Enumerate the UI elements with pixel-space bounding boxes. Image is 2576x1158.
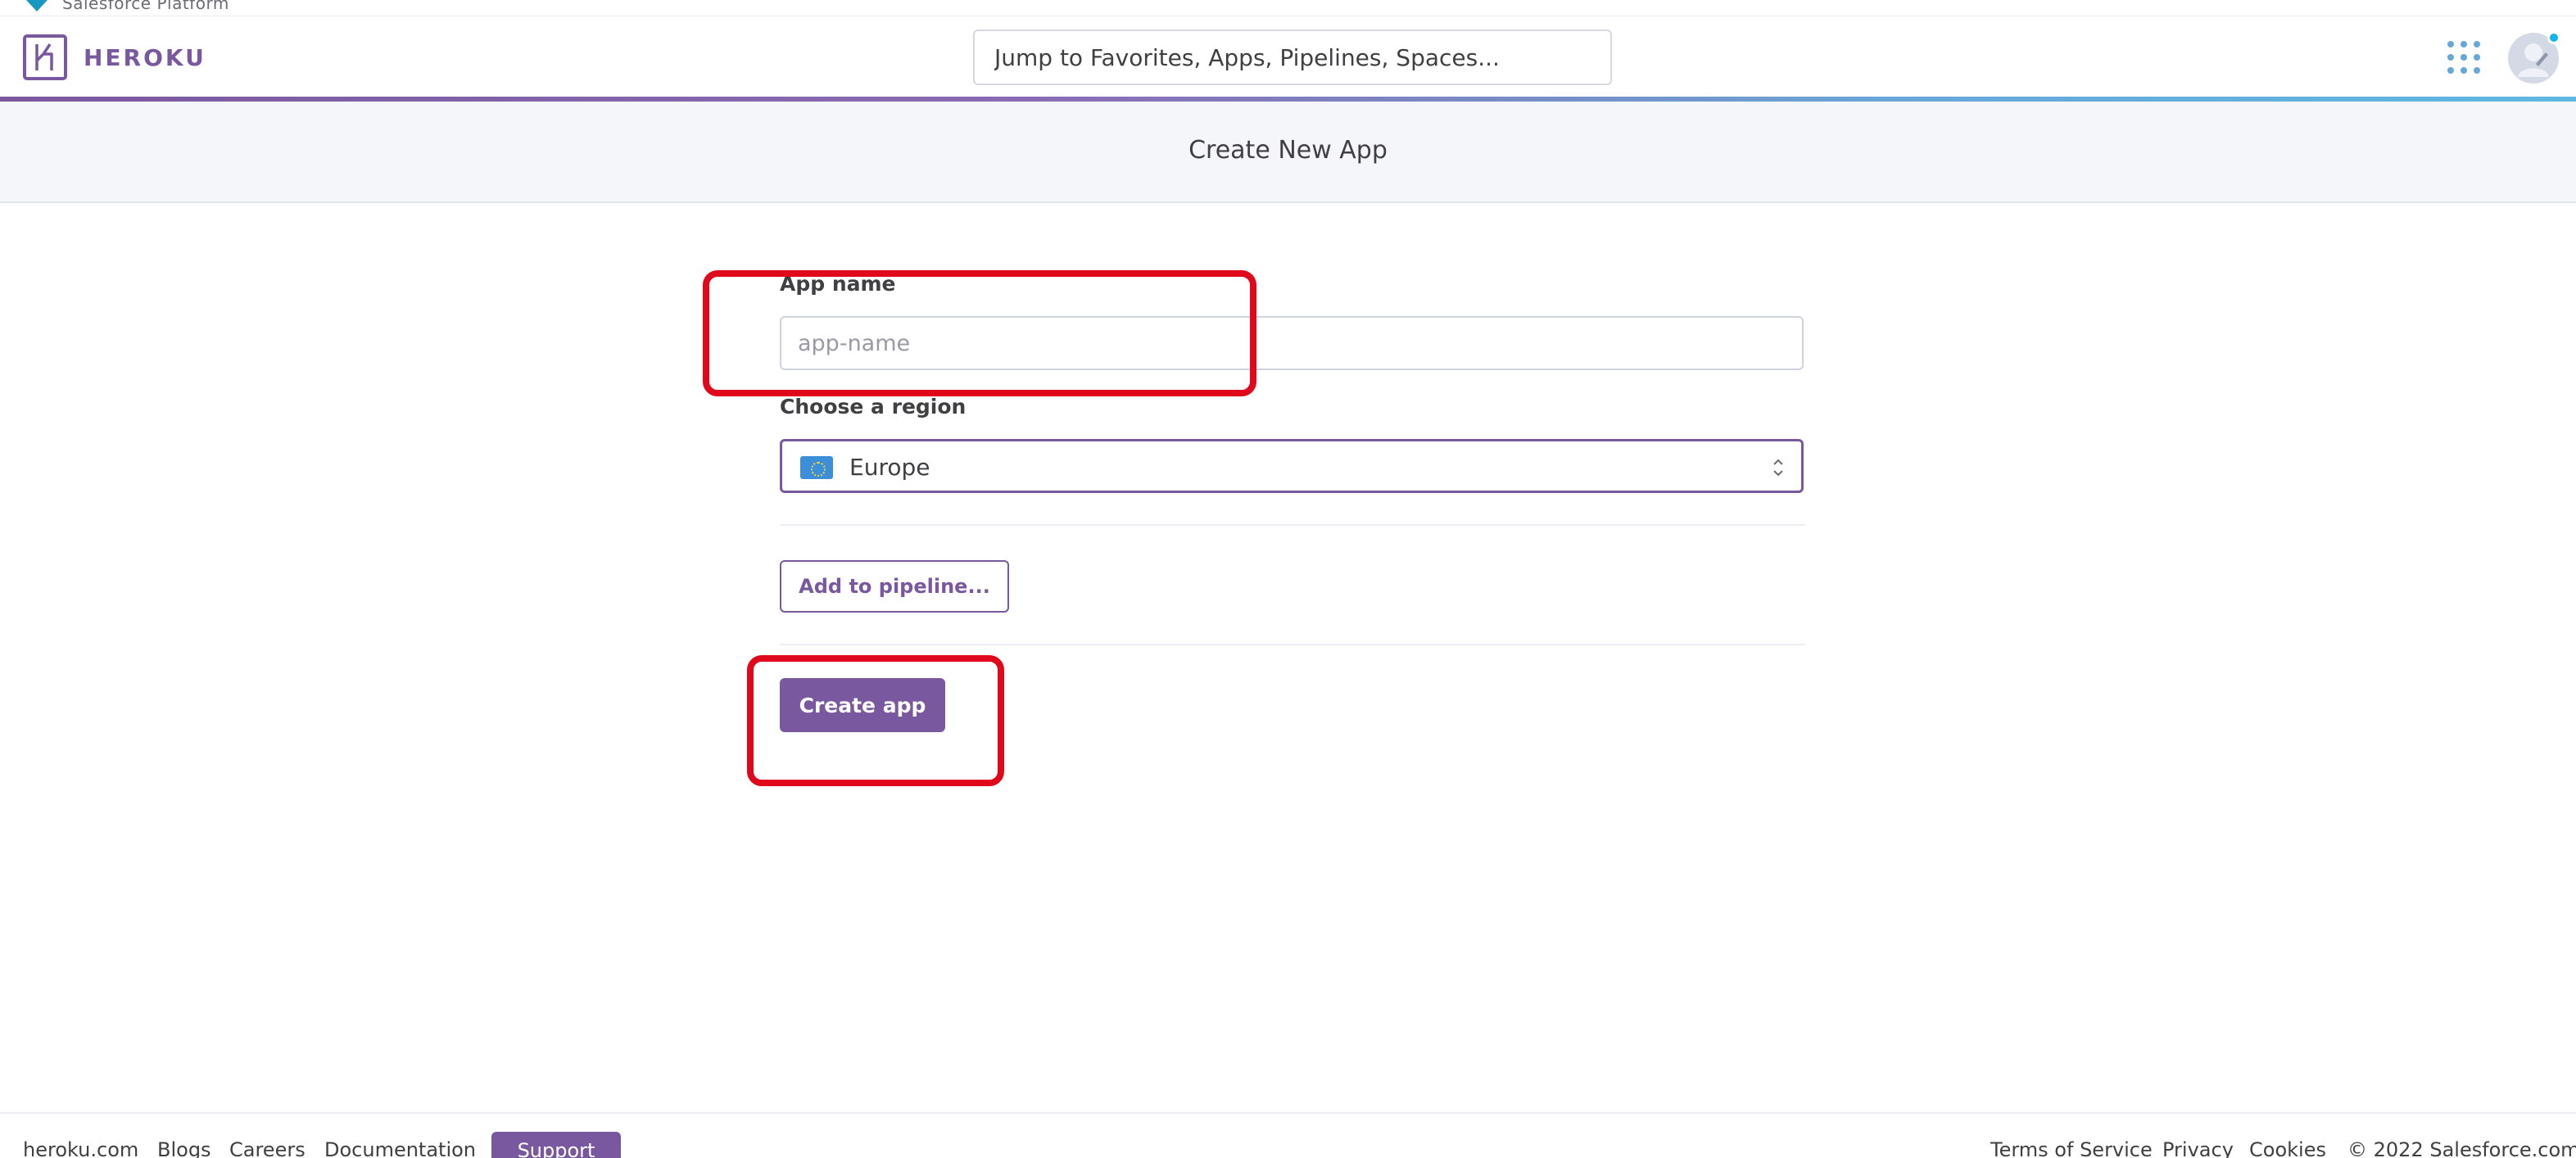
salesforce-platform-strip: Salesforce Platform	[0, 0, 2576, 16]
top-header: HEROKU	[0, 16, 2576, 98]
jump-search-input[interactable]	[975, 31, 1610, 84]
footer-link-privacy[interactable]: Privacy	[2162, 1138, 2234, 1158]
form-divider	[780, 524, 1805, 526]
heroku-brand-name[interactable]: HEROKU	[84, 44, 206, 71]
heroku-k-icon	[35, 43, 53, 70]
footer-copyright: © 2022 Salesforce.com	[2347, 1138, 2576, 1158]
region-selected-value: Europe	[849, 454, 930, 481]
app-name-label: App name	[780, 272, 896, 296]
footer-link-heroku-com[interactable]: heroku.com	[23, 1138, 138, 1158]
region-select[interactable]: Europe	[780, 439, 1804, 493]
heroku-logo[interactable]	[23, 34, 67, 80]
page-title: Create New App	[1188, 136, 1388, 165]
footer-link-documentation[interactable]: Documentation	[324, 1138, 476, 1158]
grid-dots-icon[interactable]	[2447, 41, 2480, 74]
select-chevron-icon	[1773, 459, 1783, 477]
salesforce-cloud-icon	[26, 0, 48, 11]
salesforce-platform-label: Salesforce Platform	[62, 0, 229, 13]
footer-link-cookies[interactable]: Cookies	[2249, 1138, 2326, 1158]
app-name-field[interactable]	[780, 316, 1804, 370]
page-subheader: Create New App	[0, 102, 2576, 203]
jump-search-box[interactable]	[973, 29, 1612, 85]
support-button[interactable]: Support	[491, 1132, 621, 1158]
page-footer: heroku.com Blogs Careers Documentation S…	[0, 1112, 2576, 1158]
eu-flag-icon	[800, 456, 833, 479]
create-app-button[interactable]: Create app	[780, 678, 945, 732]
add-to-pipeline-button[interactable]: Add to pipeline...	[780, 560, 1009, 613]
region-label: Choose a region	[780, 395, 967, 418]
notification-dot	[2547, 31, 2560, 44]
footer-link-careers[interactable]: Careers	[229, 1138, 306, 1158]
form-divider	[780, 644, 1805, 645]
footer-link-blogs[interactable]: Blogs	[157, 1138, 211, 1158]
footer-link-terms[interactable]: Terms of Service	[1990, 1138, 2153, 1158]
app-name-input[interactable]	[781, 318, 1802, 369]
